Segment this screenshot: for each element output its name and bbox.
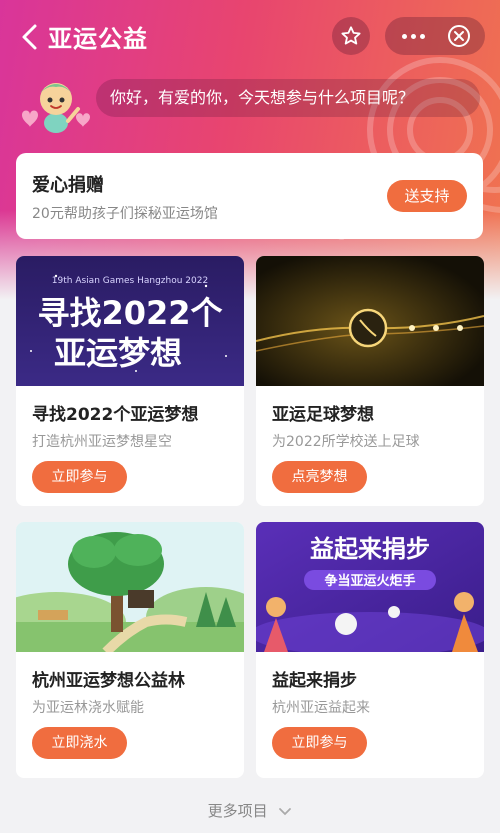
close-button[interactable]	[447, 24, 471, 48]
more-button[interactable]	[395, 17, 431, 55]
favorite-button[interactable]	[332, 17, 370, 55]
donation-card[interactable]: 爱心捐赠 20元帮助孩子们探秘亚运场馆 送支持	[16, 153, 483, 239]
card-subtitle: 为2022所学校送上足球	[272, 434, 420, 450]
greeting-bubble: 你好，有爱的你，今天想参与什么项目呢？	[96, 79, 480, 117]
star-icon	[341, 26, 361, 45]
dreams-image-line2: 亚运梦想	[54, 334, 182, 372]
close-circle-icon	[448, 25, 470, 47]
more-projects-link[interactable]: 更多项目	[0, 800, 500, 821]
donation-title: 爱心捐赠	[32, 175, 104, 196]
steps-image-line1: 益起来捐步	[310, 535, 430, 563]
donate-button[interactable]: 送支持	[387, 180, 467, 212]
water-button[interactable]: 立即浇水	[32, 727, 127, 759]
football-banner-image	[256, 256, 484, 386]
top-bar: 亚运公益	[0, 0, 500, 70]
project-card-football[interactable]: 亚运足球梦想 为2022所学校送上足球 点亮梦想	[256, 256, 484, 506]
project-card-dreams[interactable]: 19th Asian Games Hangzhou 2022 寻找2022个 亚…	[16, 256, 244, 506]
steps-banner-image: 益起来捐步 争当亚运火炬手	[256, 522, 484, 652]
project-card-forest[interactable]: 杭州亚运梦想公益林 为亚运林浇水赋能 立即浇水	[16, 522, 244, 778]
donation-subtitle: 20元帮助孩子们探秘亚运场馆	[32, 206, 218, 222]
join-button[interactable]: 立即参与	[32, 461, 127, 493]
dreams-image-line1: 寻找2022个	[37, 294, 222, 332]
steps-image-line2: 争当亚运火炬手	[324, 573, 415, 589]
more-projects-label: 更多项目	[207, 802, 268, 820]
dreams-banner-image: 19th Asian Games Hangzhou 2022 寻找2022个 亚…	[16, 256, 244, 386]
more-dots-icon	[401, 33, 425, 39]
card-title: 益起来捐步	[272, 671, 357, 691]
card-subtitle: 杭州亚运益起来	[272, 700, 370, 716]
dreams-image-caption: 19th Asian Games Hangzhou 2022	[52, 276, 208, 286]
light-dream-button[interactable]: 点亮梦想	[272, 461, 367, 493]
card-title: 寻找2022个亚运梦想	[32, 405, 199, 425]
forest-banner-image	[16, 522, 244, 652]
chevron-down-icon	[279, 807, 292, 815]
card-title: 亚运足球梦想	[272, 405, 374, 425]
back-button[interactable]	[18, 22, 44, 52]
chevron-left-icon	[22, 24, 37, 50]
page-title: 亚运公益	[48, 25, 148, 53]
card-subtitle: 打造杭州亚运梦想星空	[32, 434, 172, 450]
card-title: 杭州亚运梦想公益林	[32, 671, 185, 691]
project-card-steps[interactable]: 益起来捐步 争当亚运火炬手 益起来捐步 杭州亚运益起来 立即参与	[256, 522, 484, 778]
join-steps-button[interactable]: 立即参与	[272, 727, 367, 759]
mini-program-capsule	[385, 17, 485, 55]
card-subtitle: 为亚运林浇水赋能	[32, 700, 144, 716]
mascot-image	[22, 83, 90, 133]
